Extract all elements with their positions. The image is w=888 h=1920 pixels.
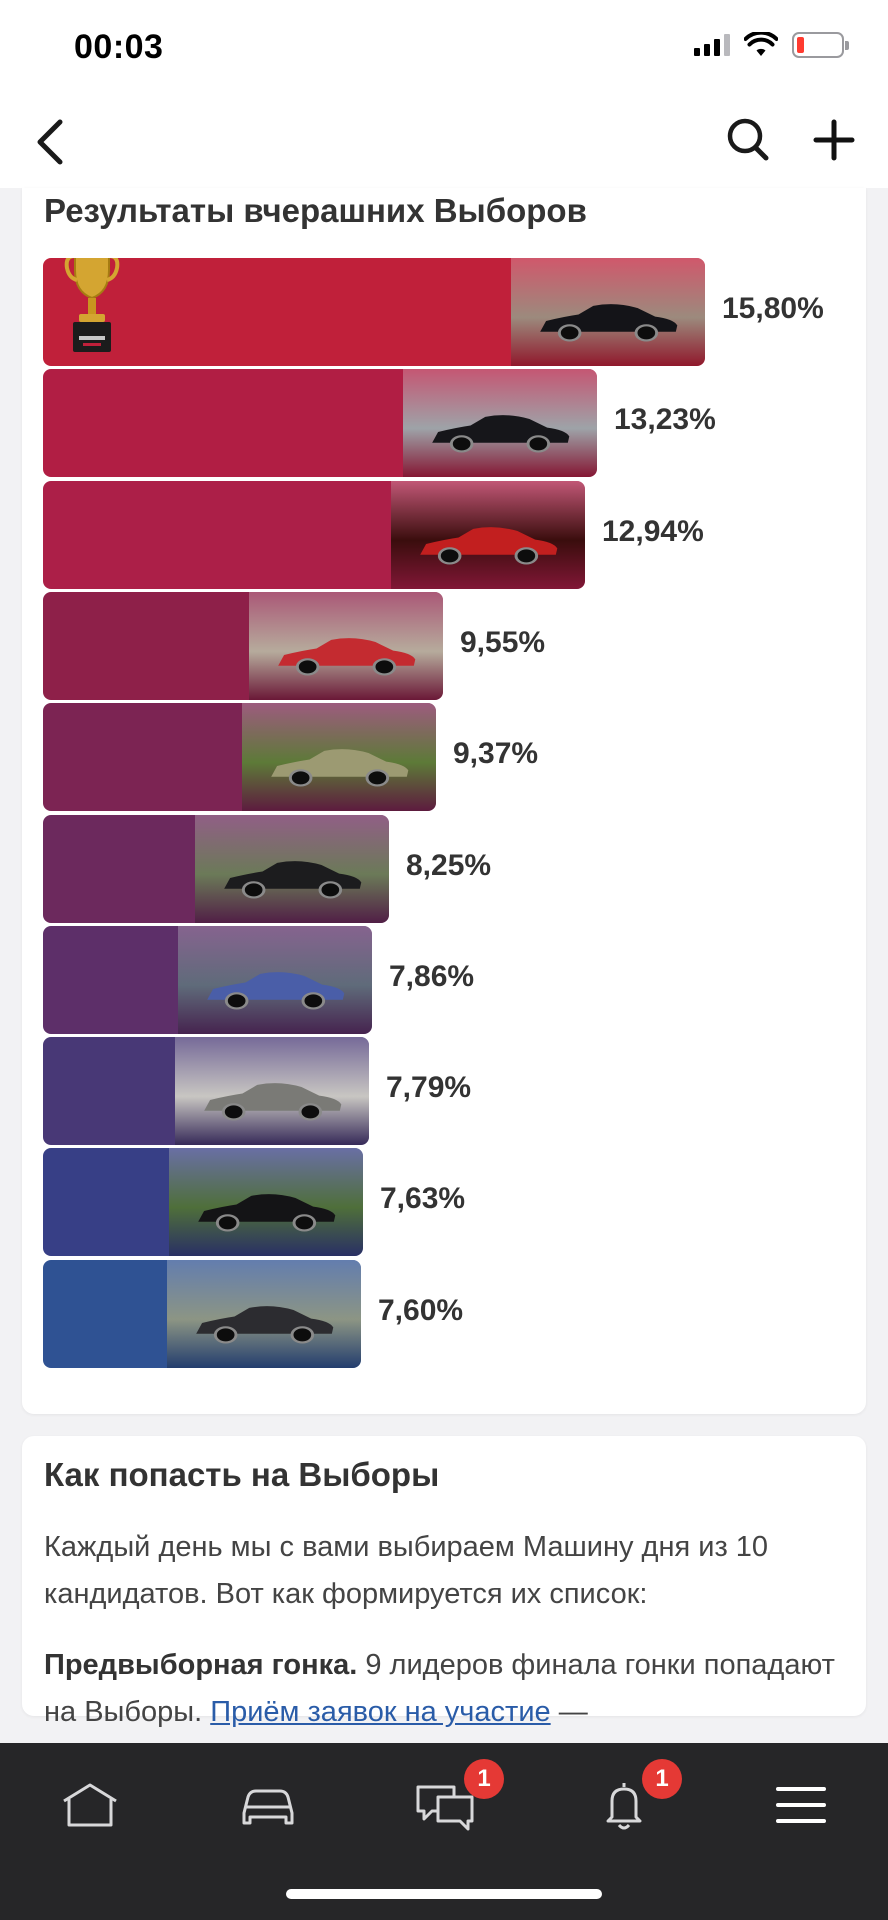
car-photo	[403, 369, 597, 477]
wifi-icon	[744, 32, 778, 56]
result-row[interactable]: 12,94%	[43, 481, 863, 589]
tab-home[interactable]	[48, 1765, 128, 1845]
result-percent: 7,86%	[389, 960, 475, 993]
tab-menu[interactable]	[760, 1765, 840, 1845]
result-bar	[43, 703, 436, 811]
car-silhouette-icon	[278, 637, 416, 676]
result-percent: 7,63%	[380, 1182, 466, 1215]
search-button[interactable]	[722, 114, 774, 166]
car-silhouette-icon	[196, 1305, 334, 1344]
result-row[interactable]: 8,25%	[43, 815, 863, 923]
info-title: Как попасть на Выборы	[44, 1456, 440, 1493]
result-row[interactable]: 9,37%	[43, 703, 863, 811]
result-row[interactable]: 7,63%	[43, 1148, 863, 1256]
car-photo	[391, 481, 585, 589]
menu-icon	[776, 1787, 826, 1823]
car-silhouette-icon	[204, 1082, 342, 1121]
trophy-icon	[64, 258, 120, 352]
result-percent: 12,94%	[602, 515, 704, 548]
search-icon	[727, 118, 769, 161]
car-silhouette-icon	[271, 748, 409, 787]
race-heading: Предвыборная гонка.	[44, 1649, 358, 1681]
result-bar	[43, 1148, 363, 1256]
result-row[interactable]: 15,80%	[43, 258, 863, 366]
result-percent: 13,23%	[614, 403, 716, 436]
result-bar	[43, 815, 389, 923]
how-to-enter-card: Как попасть на Выборы Каждый день мы с в…	[22, 1436, 866, 1728]
result-percent: 7,79%	[386, 1071, 472, 1104]
result-row[interactable]: 7,60%	[43, 1260, 863, 1368]
chevron-left-icon	[37, 119, 63, 165]
home-icon	[63, 1783, 117, 1827]
cellular-signal-icon	[694, 34, 730, 56]
status-icons	[694, 32, 849, 58]
result-row[interactable]: 13,23%	[43, 369, 863, 477]
info-paragraph-race: Предвыборная гонка. 9 лидеров финала гон…	[44, 1642, 844, 1736]
garage-car-icon	[242, 1789, 294, 1825]
nav-bar	[0, 96, 888, 188]
result-bar	[43, 1260, 361, 1368]
result-bar	[43, 1037, 369, 1145]
result-percent: 7,60%	[378, 1294, 464, 1327]
result-row[interactable]: 7,79%	[43, 1037, 863, 1145]
car-silhouette-icon	[420, 526, 558, 565]
home-indicator	[286, 1889, 602, 1899]
car-silhouette-icon	[432, 414, 570, 453]
battery-icon	[792, 32, 849, 58]
plus-icon	[813, 119, 855, 161]
car-silhouette-icon	[207, 971, 345, 1010]
car-silhouette-icon	[540, 303, 678, 342]
car-photo	[242, 703, 436, 811]
messages-badge: 1	[464, 1759, 504, 1799]
tab-notifications[interactable]: 1	[582, 1759, 682, 1845]
car-photo	[169, 1148, 363, 1256]
info-paragraph: Каждый день мы с вами выбираем Машину дн…	[44, 1531, 769, 1610]
status-bar: 00:03	[0, 0, 888, 96]
result-bar	[43, 481, 585, 589]
race-tail: —	[550, 1696, 588, 1728]
car-silhouette-icon	[198, 1193, 336, 1232]
result-bar	[43, 592, 443, 700]
result-percent: 8,25%	[406, 849, 492, 882]
result-bar	[43, 258, 705, 366]
tab-garage[interactable]	[226, 1765, 306, 1845]
notifications-badge: 1	[642, 1759, 682, 1799]
add-button[interactable]	[808, 114, 860, 166]
results-title: Результаты вчерашних Выборов	[44, 192, 587, 229]
result-bar	[43, 926, 372, 1034]
result-row[interactable]: 9,55%	[43, 592, 863, 700]
result-percent: 15,80%	[722, 292, 824, 325]
car-photo	[195, 815, 389, 923]
back-button[interactable]	[26, 116, 74, 168]
application-link[interactable]: Приём заявок на участие	[210, 1696, 550, 1728]
result-percent: 9,37%	[453, 737, 539, 770]
tab-messages[interactable]: 1	[404, 1759, 504, 1845]
election-results-card: Результаты вчерашних Выборов 15,80% 13,23…	[22, 188, 866, 1414]
car-photo	[167, 1260, 361, 1368]
car-photo	[249, 592, 443, 700]
result-row[interactable]: 7,86%	[43, 926, 863, 1034]
car-photo	[178, 926, 372, 1034]
car-photo	[175, 1037, 369, 1145]
car-photo	[511, 258, 705, 366]
car-silhouette-icon	[224, 860, 362, 899]
status-time: 00:03	[74, 28, 164, 66]
result-bar	[43, 369, 597, 477]
result-percent: 9,55%	[460, 626, 546, 659]
